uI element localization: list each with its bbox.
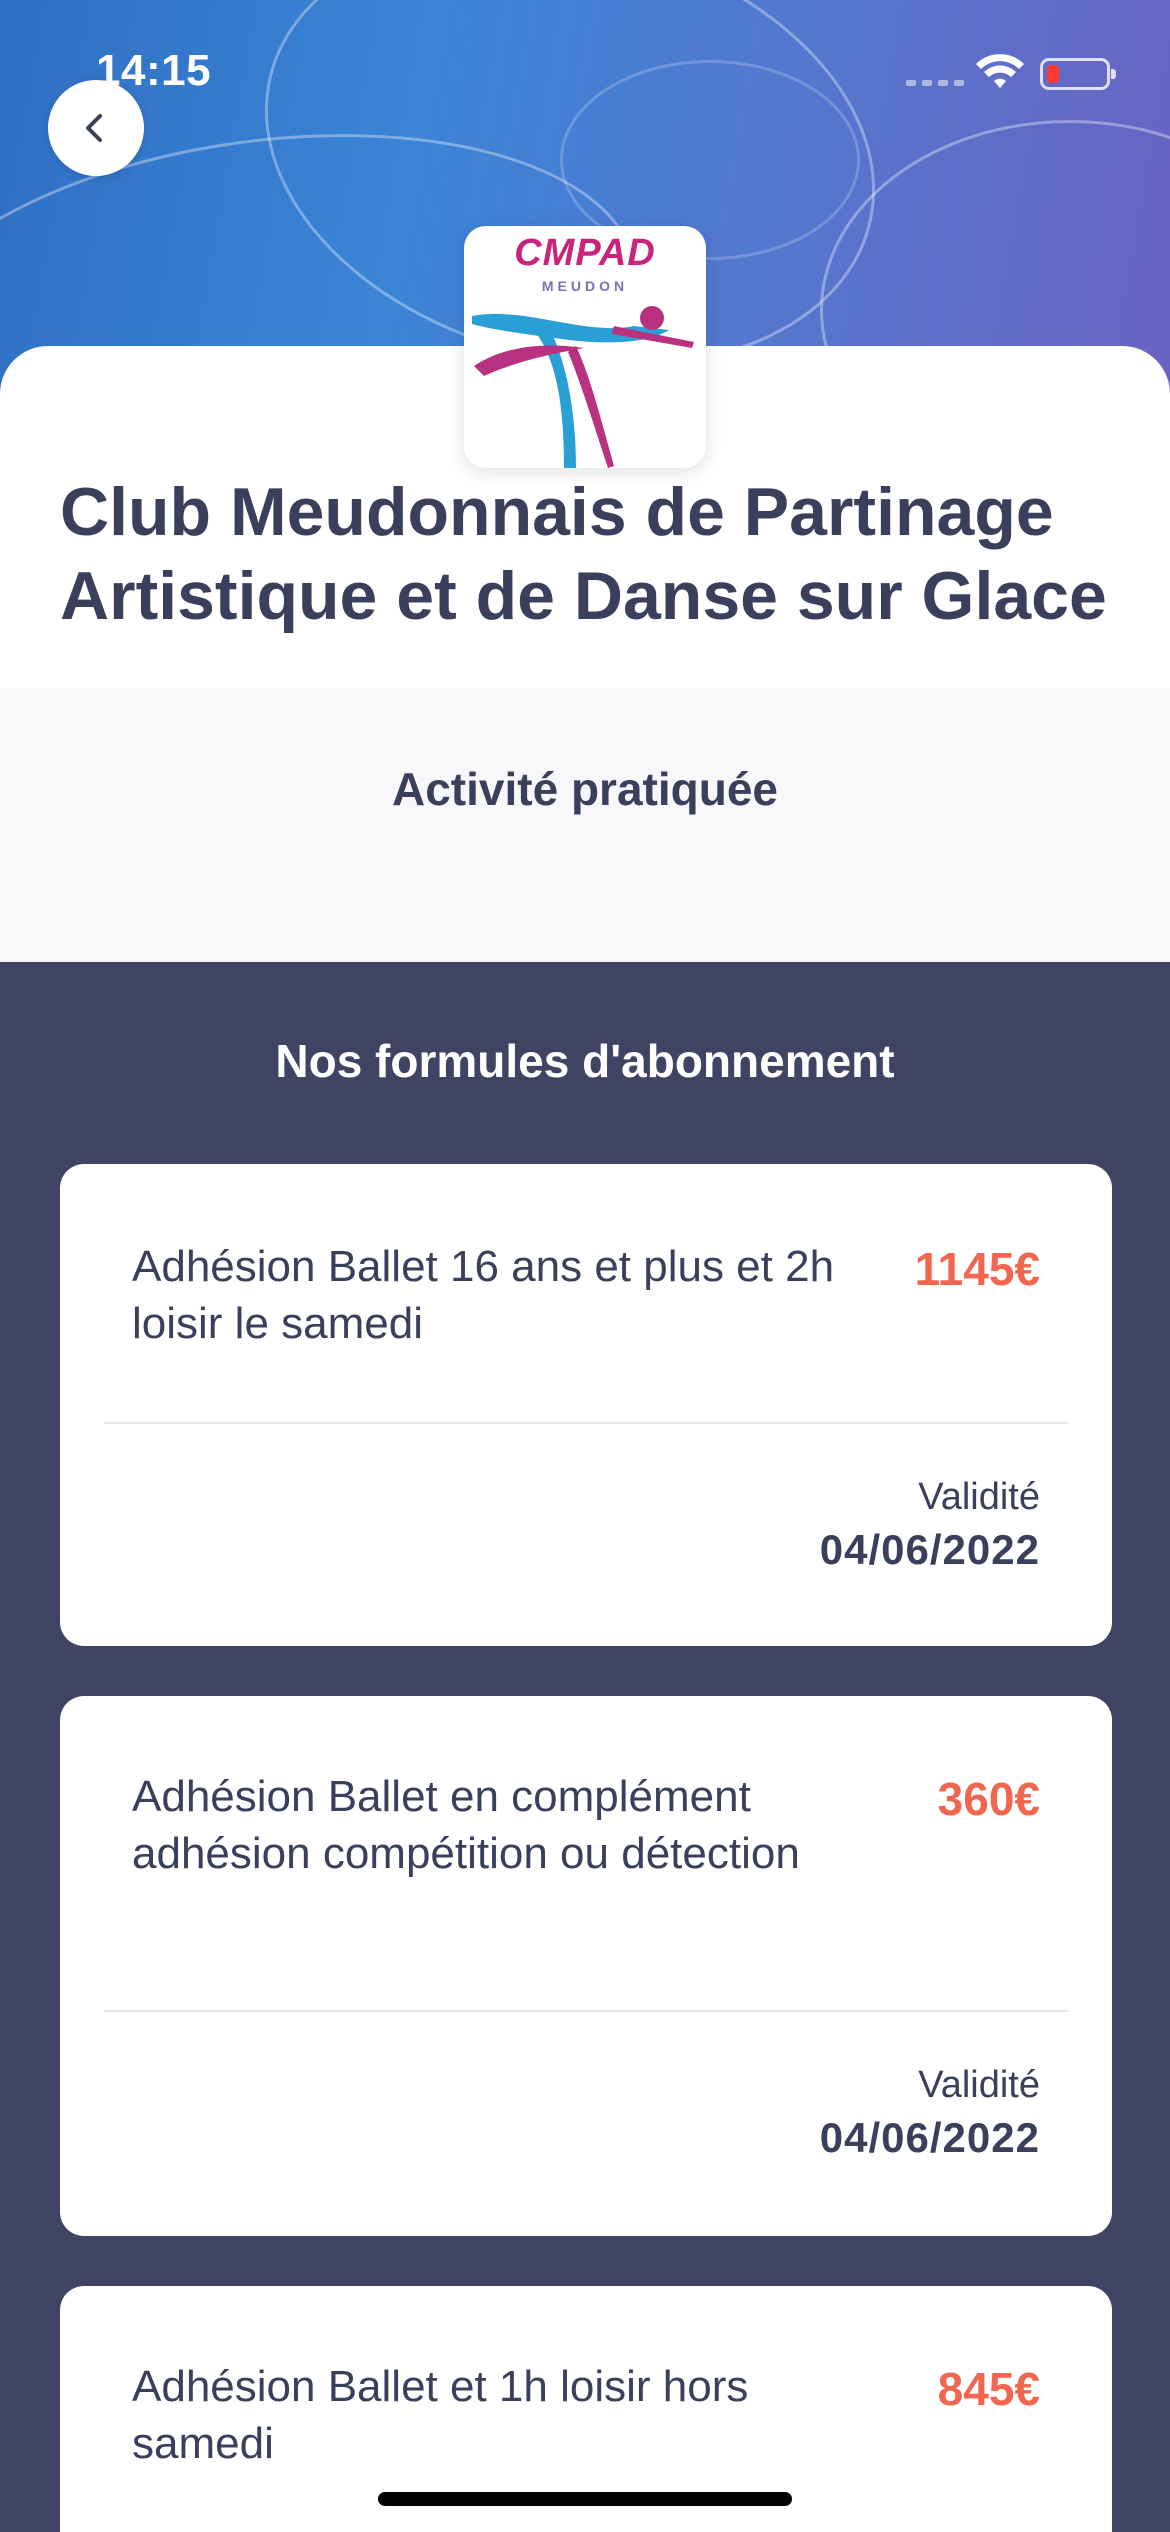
plan-price: 360€ (937, 1773, 1040, 1825)
plan-price: 845€ (937, 2363, 1040, 2415)
skater-logo-icon (472, 306, 694, 468)
plan-name: Adhésion Ballet en complément adhésion c… (132, 1772, 800, 1878)
status-bar: 14:15 (0, 0, 1170, 140)
plan-name: Adhésion Ballet 16 ans et plus et 2h loi… (132, 1242, 835, 1348)
validity-date: 04/06/2022 (819, 1526, 1040, 1573)
plan-name: Adhésion Ballet et 1h loisir hors samedi (132, 2362, 749, 2468)
validity-label: Validité (918, 2064, 1040, 2106)
home-indicator[interactable] (378, 2492, 792, 2506)
plan-price: 1145€ (914, 1243, 1040, 1295)
battery-icon (1040, 58, 1116, 90)
plan-card[interactable]: Adhésion Ballet 16 ans et plus et 2h loi… (60, 1164, 1112, 1646)
validity-date: 04/06/2022 (819, 2114, 1040, 2161)
club-logo: CMPAD MEUDON (464, 226, 706, 468)
plan-divider (104, 1422, 1068, 1424)
wifi-icon (976, 54, 1024, 88)
chevron-left-icon (86, 114, 102, 142)
activity-label: Activité pratiquée (392, 763, 778, 815)
cellular-signal-icon (906, 80, 964, 86)
validity-label: Validité (918, 1476, 1040, 1518)
plan-divider (104, 2010, 1068, 2012)
plan-card[interactable]: Adhésion Ballet en complément adhésion c… (60, 1696, 1112, 2236)
club-name-title: Club Meudonnais de Partinage Artistique … (60, 474, 1107, 634)
activity-section (0, 688, 1170, 962)
plans-heading: Nos formules d'abonnement (275, 1035, 895, 1087)
back-button[interactable] (48, 80, 144, 176)
